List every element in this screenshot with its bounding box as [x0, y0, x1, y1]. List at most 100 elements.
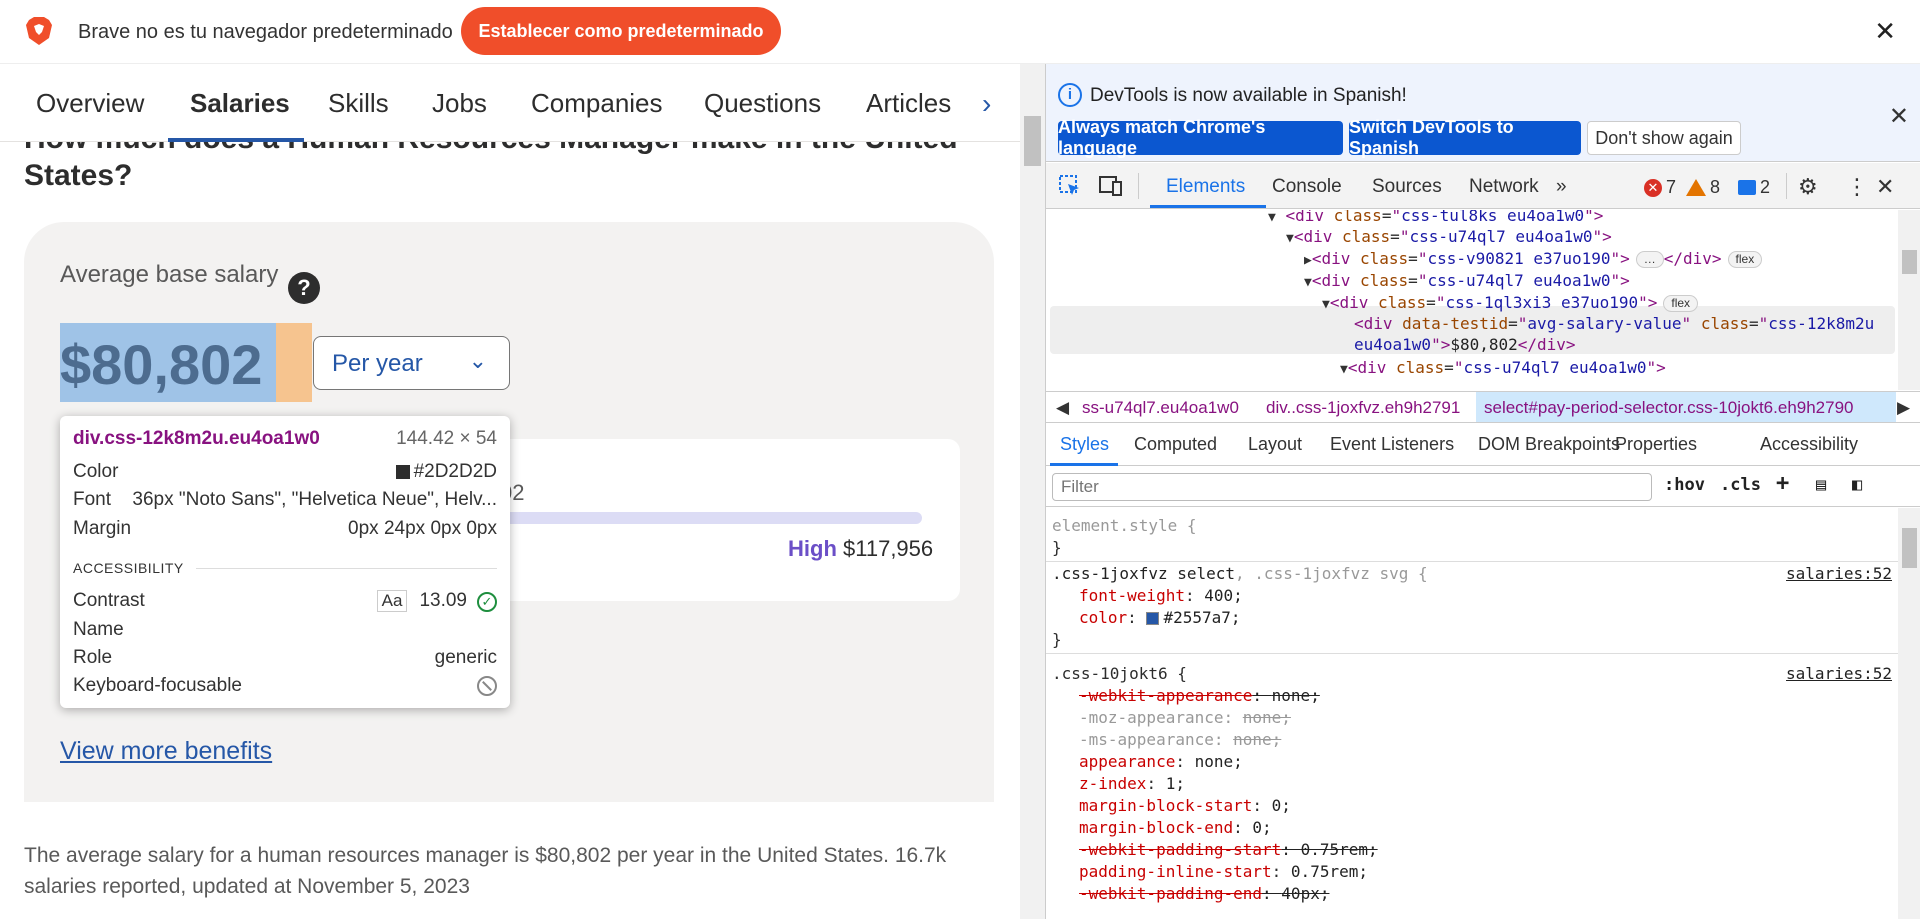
tooltip-font-label: Font: [73, 489, 112, 510]
styles-scrollbar-thumb[interactable]: [1902, 528, 1917, 568]
tab-sources[interactable]: Sources: [1372, 176, 1442, 198]
switch-to-spanish-button[interactable]: Switch DevTools to Spanish: [1349, 117, 1581, 158]
tab-articles[interactable]: Articles: [866, 88, 951, 119]
breadcrumb-item-selected[interactable]: select#pay-period-selector.css-10jokt6.e…: [1484, 398, 1854, 418]
tooltip-name-label: Name: [73, 619, 124, 640]
page-scrollbar[interactable]: [1020, 64, 1045, 919]
style-declaration[interactable]: -webkit-padding-start: 0.75rem;: [1079, 840, 1378, 859]
tab-styles[interactable]: Styles: [1060, 434, 1109, 455]
dom-node-selected-cont[interactable]: eu4oa1w0">$80,802</div>: [1354, 335, 1576, 354]
not-focusable-icon: [477, 676, 497, 696]
salary-range-bar: [500, 512, 922, 524]
dom-node[interactable]: ▼<div class="css-u74ql7 eu4oa1w0">: [1340, 358, 1666, 377]
rule-selector[interactable]: .css-1joxfvz select, .css-1joxfvz svg {: [1052, 564, 1428, 583]
devtools-toolbar: Elements Console Sources Network » ✕ 7 8 …: [1046, 163, 1920, 209]
tab-salaries[interactable]: Salaries: [190, 88, 290, 119]
messages-badge[interactable]: 2: [1738, 177, 1770, 198]
close-icon[interactable]: ✕: [1874, 16, 1896, 47]
tab-layout[interactable]: Layout: [1248, 434, 1302, 455]
breadcrumb-scroll-right-icon[interactable]: ▶: [1897, 398, 1910, 418]
styles-rules-pane[interactable]: element.style { } .css-1joxfvz select, .…: [1046, 508, 1898, 919]
tab-companies[interactable]: Companies: [531, 88, 663, 119]
dom-node[interactable]: ▼ <div class="css-tul8ks eu4oa1w0">: [1268, 210, 1603, 225]
dom-node-selected[interactable]: <div data-testid="avg-salary-value" clas…: [1354, 314, 1874, 333]
tab-overview[interactable]: Overview: [36, 88, 144, 119]
tab-computed[interactable]: Computed: [1134, 434, 1217, 455]
tab-dom-breakpoints[interactable]: DOM Breakpoints: [1478, 434, 1620, 455]
styles-scrollbar[interactable]: [1898, 508, 1920, 919]
tab-network[interactable]: Network: [1469, 176, 1539, 198]
high-value: $117,956: [843, 536, 934, 561]
chevron-right-icon[interactable]: ›: [982, 88, 991, 120]
dom-scrollbar[interactable]: [1898, 210, 1920, 390]
rule-source-link[interactable]: salaries:52: [1786, 564, 1892, 583]
tab-questions[interactable]: Questions: [704, 88, 821, 119]
active-tab-indicator: [168, 138, 304, 142]
color-swatch-icon[interactable]: [1146, 612, 1160, 625]
errors-badge[interactable]: ✕ 7: [1644, 177, 1676, 198]
dom-node[interactable]: ▼<div class="css-1ql3xi3 e37uo190"> flex: [1322, 293, 1699, 312]
divider: [1786, 173, 1787, 199]
more-tabs-icon[interactable]: »: [1556, 176, 1567, 198]
rule-source-link[interactable]: salaries:52: [1786, 664, 1892, 683]
dom-scrollbar-thumb[interactable]: [1902, 250, 1917, 274]
class-toggle[interactable]: .cls: [1720, 475, 1761, 495]
elements-dom-tree[interactable]: ▼ <div class="css-tul8ks eu4oa1w0"> ▼<di…: [1046, 210, 1920, 390]
style-declaration[interactable]: z-index: 1;: [1079, 774, 1185, 793]
divider: [195, 567, 497, 569]
dom-node[interactable]: ▶<div class="css-v90821 e37uo190">… </div…: [1304, 249, 1763, 268]
page-scrollbar-thumb[interactable]: [1024, 116, 1041, 166]
dom-node[interactable]: ▼<div class="css-u74ql7 eu4oa1w0">: [1286, 227, 1612, 246]
pay-period-selector[interactable]: Per year ⌄: [313, 336, 510, 390]
style-declaration[interactable]: padding-inline-start: 0.75rem;: [1079, 862, 1368, 881]
style-declaration[interactable]: appearance: none;: [1079, 752, 1243, 771]
flex-badge[interactable]: flex: [1727, 251, 1763, 268]
more-options-icon[interactable]: ⋮: [1846, 174, 1868, 200]
close-devtools-icon[interactable]: ✕: [1876, 174, 1894, 200]
dom-node[interactable]: ▼<div class="css-u74ql7 eu4oa1w0">: [1304, 271, 1630, 290]
set-default-button[interactable]: Establecer como predeterminado: [461, 7, 781, 55]
close-icon[interactable]: ✕: [1889, 102, 1909, 131]
style-declaration[interactable]: -ms-appearance: none;: [1079, 730, 1281, 749]
style-declaration[interactable]: -webkit-padding-end: 40px;: [1079, 884, 1329, 903]
warnings-badge[interactable]: 8: [1686, 177, 1720, 198]
device-toolbar-icon[interactable]: [1098, 174, 1124, 204]
toggle-sidebar-icon[interactable]: ◧: [1852, 475, 1862, 495]
breadcrumb-scroll-left-icon[interactable]: ◀: [1056, 398, 1069, 418]
style-declaration[interactable]: -webkit-appearance: none;: [1079, 686, 1320, 705]
rule-selector[interactable]: .css-10jokt6 {: [1052, 664, 1187, 683]
tab-jobs[interactable]: Jobs: [432, 88, 487, 119]
styles-filter-input[interactable]: [1052, 473, 1652, 501]
breadcrumb: ◀ ss-u74ql7.eu4oa1w0 div..css-1joxfvz.eh…: [1046, 391, 1920, 423]
view-more-benefits-link[interactable]: View more benefits: [60, 737, 272, 766]
breadcrumb-item[interactable]: div..css-1joxfvz.eh9h2791: [1266, 398, 1460, 418]
breadcrumb-item[interactable]: ss-u74ql7.eu4oa1w0: [1082, 398, 1239, 418]
tab-accessibility[interactable]: Accessibility: [1760, 434, 1858, 455]
dont-show-again-button[interactable]: Don't show again: [1587, 121, 1741, 155]
tab-event-listeners[interactable]: Event Listeners: [1330, 434, 1454, 455]
tab-skills[interactable]: Skills: [328, 88, 389, 119]
tab-console[interactable]: Console: [1272, 176, 1342, 198]
help-icon[interactable]: ?: [288, 272, 320, 304]
check-icon: ✓: [477, 592, 497, 612]
flex-badge[interactable]: flex: [1663, 295, 1699, 312]
style-declaration[interactable]: -moz-appearance: none;: [1079, 708, 1291, 727]
style-declaration[interactable]: margin-block-end: 0;: [1079, 818, 1272, 837]
style-declaration[interactable]: font-weight: 400;: [1079, 586, 1243, 605]
new-style-rule-icon[interactable]: +: [1776, 471, 1789, 496]
paint-brush-icon[interactable]: ▤: [1816, 475, 1826, 495]
style-declaration[interactable]: margin-block-start: 0;: [1079, 796, 1291, 815]
settings-gear-icon[interactable]: ⚙: [1798, 174, 1818, 200]
inspect-element-icon[interactable]: [1058, 174, 1082, 204]
error-icon: ✕: [1644, 178, 1662, 197]
element-style-rule[interactable]: element.style {: [1052, 516, 1197, 535]
tab-elements[interactable]: Elements: [1166, 176, 1245, 198]
devtools-language-bar: i DevTools is now available in Spanish! …: [1046, 64, 1920, 162]
hover-state-toggle[interactable]: :hov: [1664, 475, 1705, 495]
style-declaration[interactable]: color: #2557a7;: [1079, 608, 1241, 627]
tab-properties[interactable]: Properties: [1615, 434, 1697, 455]
color-swatch-icon: [395, 464, 410, 479]
always-match-language-button[interactable]: Always match Chrome's language: [1058, 117, 1343, 158]
tooltip-role-value: generic: [434, 647, 497, 668]
ellipsis-pill[interactable]: …: [1635, 251, 1664, 268]
